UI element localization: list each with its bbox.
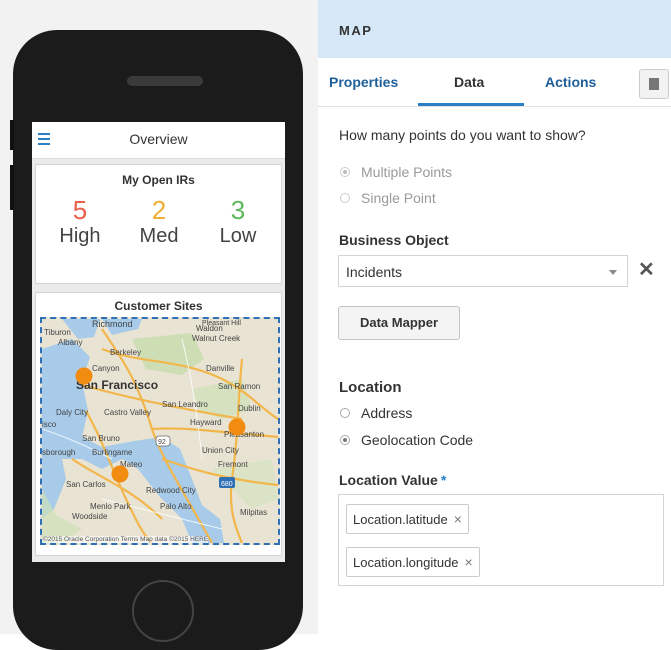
token-label: Location.latitude <box>353 511 448 527</box>
radio-multiple-points[interactable]: Multiple Points <box>340 163 452 181</box>
map-marker[interactable] <box>228 418 246 436</box>
highway-680-label: 680 <box>221 481 233 488</box>
map-label: Richmond <box>92 319 133 329</box>
radio-label: Address <box>361 405 413 421</box>
business-object-label: Business Object <box>339 232 449 248</box>
map-label: Woodside <box>72 512 108 521</box>
radio-button-icon <box>340 435 350 445</box>
stat-label: High <box>59 225 101 247</box>
map-label: San Bruno <box>82 434 120 443</box>
stat-low: 3 Low <box>198 197 278 248</box>
location-value-label: Location Value * <box>339 472 446 488</box>
remove-token-icon[interactable]: × <box>465 554 473 570</box>
map-label: Union City <box>202 446 239 455</box>
tab-data[interactable]: Data <box>454 74 484 90</box>
app-header: Overview <box>32 122 285 159</box>
tab-actions[interactable]: Actions <box>545 74 596 90</box>
radio-button-icon <box>340 167 350 177</box>
stat-label: Med <box>139 225 179 247</box>
location-value-label-text: Location Value <box>339 472 438 488</box>
map-marker[interactable] <box>75 367 93 385</box>
stat-label: Low <box>219 225 257 247</box>
map-label: Danville <box>206 364 235 373</box>
token-location-longitude: Location.longitude × <box>346 547 480 577</box>
map-label: Daly City <box>56 408 88 417</box>
map-label: sborough <box>42 448 75 457</box>
card-title: My Open IRs <box>122 173 195 187</box>
map-label: Tiburon <box>44 328 71 337</box>
radio-button-icon <box>340 408 350 418</box>
remove-token-icon[interactable]: × <box>454 511 462 527</box>
radio-single-point[interactable]: Single Point <box>340 189 436 207</box>
data-mapper-button[interactable]: Data Mapper <box>338 306 460 340</box>
map-label: Albany <box>58 338 82 347</box>
map-label: Berkeley <box>110 348 141 357</box>
map-label: Palo Alto <box>160 502 192 511</box>
map-component[interactable]: 92 680 Richmond Pleasant Hill Waldon Wal… <box>40 317 280 545</box>
business-object-select[interactable]: Incidents <box>338 255 628 287</box>
open-irs-card[interactable]: My Open IRs 5 High 2 Med 3 Low <box>35 164 282 284</box>
map-label: Redwood City <box>146 486 196 495</box>
radio-label: Geolocation Code <box>361 432 474 448</box>
map-label: San Leandro <box>162 400 208 409</box>
stat-value: 3 <box>230 195 246 225</box>
radio-address[interactable]: Address <box>340 404 412 422</box>
phone-home-button <box>132 580 194 642</box>
design-canvas: Overview My Open IRs 5 High 2 Med 3 Low <box>0 0 318 650</box>
map-label: San Carlos <box>66 480 106 489</box>
token-label: Location.longitude <box>353 554 459 570</box>
map-label: San Ramon <box>218 382 260 391</box>
select-value: Incidents <box>346 264 403 280</box>
radio-button-icon <box>340 193 350 203</box>
map-label: Dublin <box>238 404 261 413</box>
app-title: Overview <box>129 131 188 147</box>
phone-frame: Overview My Open IRs 5 High 2 Med 3 Low <box>10 30 303 650</box>
radio-label: Multiple Points <box>361 164 453 180</box>
active-tab-indicator <box>418 103 524 106</box>
map-label: Castro Valley <box>104 408 151 417</box>
phone-speaker <box>127 76 203 86</box>
location-label: Location <box>339 379 402 396</box>
map-marker[interactable] <box>111 465 129 483</box>
panel-title: MAP <box>339 23 373 38</box>
tab-overflow-button[interactable] <box>639 69 669 99</box>
map-label: Walnut Creek <box>192 334 241 343</box>
stat-high: 5 High <box>40 197 120 248</box>
map-label: Canyon <box>92 364 120 373</box>
phone-side-button <box>10 120 14 150</box>
map-label: Menlo Park <box>90 502 131 511</box>
location-value-field[interactable]: Location.latitude × Location.longitude × <box>338 494 664 586</box>
stat-med: 2 Med <box>119 197 199 248</box>
map-label: Milpitas <box>240 508 267 517</box>
radio-label: Single Point <box>361 190 436 206</box>
map-label: Hayward <box>190 418 222 427</box>
required-marker: * <box>440 472 447 488</box>
stat-value: 5 <box>72 195 88 225</box>
chevron-down-icon <box>609 270 617 275</box>
phone-screen: Overview My Open IRs 5 High 2 Med 3 Low <box>32 122 285 562</box>
map-label: Burlingame <box>92 448 133 457</box>
property-panel: MAP Properties Data Actions How many poi… <box>318 0 671 634</box>
map-label: Fremont <box>218 460 249 469</box>
radio-geolocation-code[interactable]: Geolocation Code <box>340 431 473 449</box>
phone-side-button <box>10 165 14 210</box>
points-question: How many points do you want to show? <box>339 127 586 143</box>
map-label: isco <box>42 420 57 429</box>
token-location-latitude: Location.latitude × <box>346 504 469 534</box>
stat-value: 2 <box>151 195 167 225</box>
map-credit: ©2015 Oracle Corporation Terms Map data … <box>43 536 209 543</box>
card-title: Customer Sites <box>114 299 203 313</box>
panel-tabs: Properties Data Actions <box>318 58 671 107</box>
component-icon <box>649 78 659 90</box>
tab-properties[interactable]: Properties <box>329 74 398 90</box>
customer-sites-card[interactable]: Customer Sites 92 680 Richmond Pleasant … <box>35 292 282 556</box>
map-label: Waldon <box>196 324 223 333</box>
panel-header: MAP <box>318 0 671 58</box>
map-image: 92 680 Richmond Pleasant Hill Waldon Wal… <box>42 319 278 543</box>
clear-icon[interactable]: ✕ <box>638 260 655 280</box>
highway-92-label: 92 <box>158 439 166 446</box>
